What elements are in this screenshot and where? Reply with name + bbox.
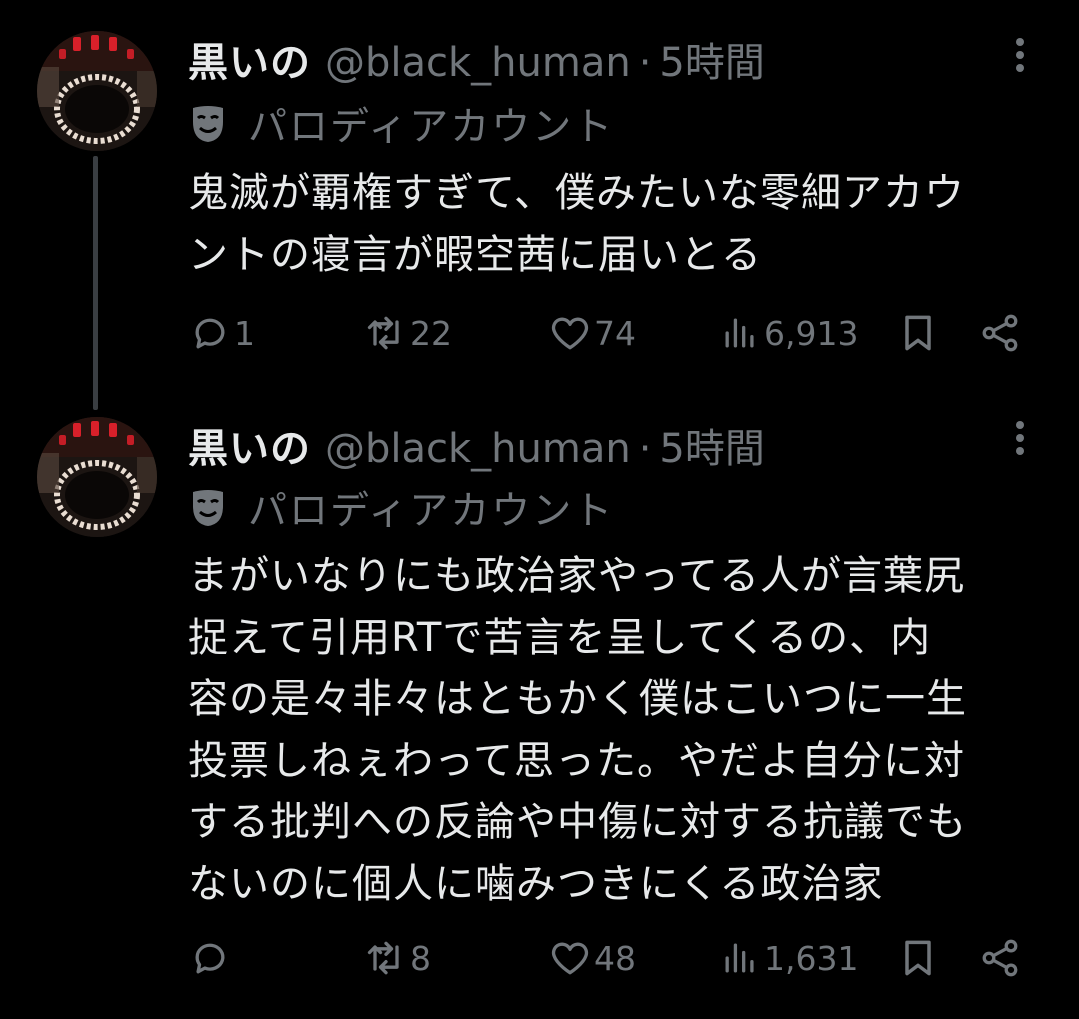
share-button[interactable] [978,308,1022,358]
retweet-icon [367,941,399,975]
bookmark-icon [905,940,931,976]
views-icon [725,943,754,973]
action-bar: 1 22 74 6,913 [188,308,1038,358]
like-count: 48 [594,938,636,978]
tweet[interactable]: 黒いの @black_human · 5時間 パロディアカウント 鬼滅が覇権すぎ… [0,0,1079,410]
retweet-icon [367,316,399,350]
parody-label: パロディアカウント [190,96,614,152]
avatar-image [37,31,157,151]
separator: · [638,426,652,472]
retweet-count: 8 [410,938,431,978]
like-icon [551,317,589,350]
reply-count: 1 [234,313,255,353]
separator: · [638,40,652,86]
reply-button[interactable] [188,933,234,983]
bookmark-icon [905,315,931,351]
reply-icon [195,318,225,349]
share-button[interactable] [978,933,1022,983]
like-count: 74 [594,313,636,353]
tweet-header: 黒いの @black_human · 5時間 [188,30,765,88]
views-count: 1,631 [764,938,859,978]
like-icon [551,942,589,975]
display-name[interactable]: 黒いの [188,30,311,88]
share-icon [982,314,1018,352]
retweet-button[interactable]: 22 [364,308,452,358]
reply-button[interactable]: 1 [188,308,255,358]
timestamp[interactable]: 5時間 [659,416,764,474]
like-button[interactable]: 48 [548,933,636,983]
user-handle[interactable]: @black_human [325,40,631,86]
tweet-header: 黒いの @black_human · 5時間 [188,416,765,474]
more-icon[interactable] [1005,421,1035,461]
tweet-text: 鬼滅が覇権すぎて、僕みたいな零細アカウ ントの寝言が暇空茜に届いとる [188,170,965,278]
like-button[interactable]: 74 [548,308,636,358]
bookmark-button[interactable] [896,933,940,983]
tweet-text: まがいなりにも政治家やってる人が言葉尻 捉えて引用RTで苦言を呈してくるの、内 … [188,553,967,907]
more-icon[interactable] [1005,38,1035,78]
user-handle[interactable]: @black_human [325,426,631,472]
retweet-button[interactable]: 8 [364,933,431,983]
action-bar: 8 48 1,631 [188,933,1038,983]
reply-icon [195,943,225,974]
views-icon [725,318,754,348]
parody-label: パロディアカウント [190,480,614,536]
share-icon [982,939,1018,977]
display-name[interactable]: 黒いの [188,416,311,474]
bookmark-button[interactable] [896,308,940,358]
views-button[interactable]: 6,913 [718,308,858,358]
parody-mask-icon [193,490,223,526]
parody-label-text: パロディアカウント [248,489,615,534]
avatar[interactable] [37,417,157,537]
parody-mask-icon [193,106,223,142]
retweet-count: 22 [410,313,452,353]
thread-line [93,156,98,410]
timestamp[interactable]: 5時間 [659,30,764,88]
avatar-image [37,417,157,537]
avatar[interactable] [37,31,157,151]
parody-label-text: パロディアカウント [248,105,615,150]
views-count: 6,913 [764,313,859,353]
views-button[interactable]: 1,631 [718,933,858,983]
